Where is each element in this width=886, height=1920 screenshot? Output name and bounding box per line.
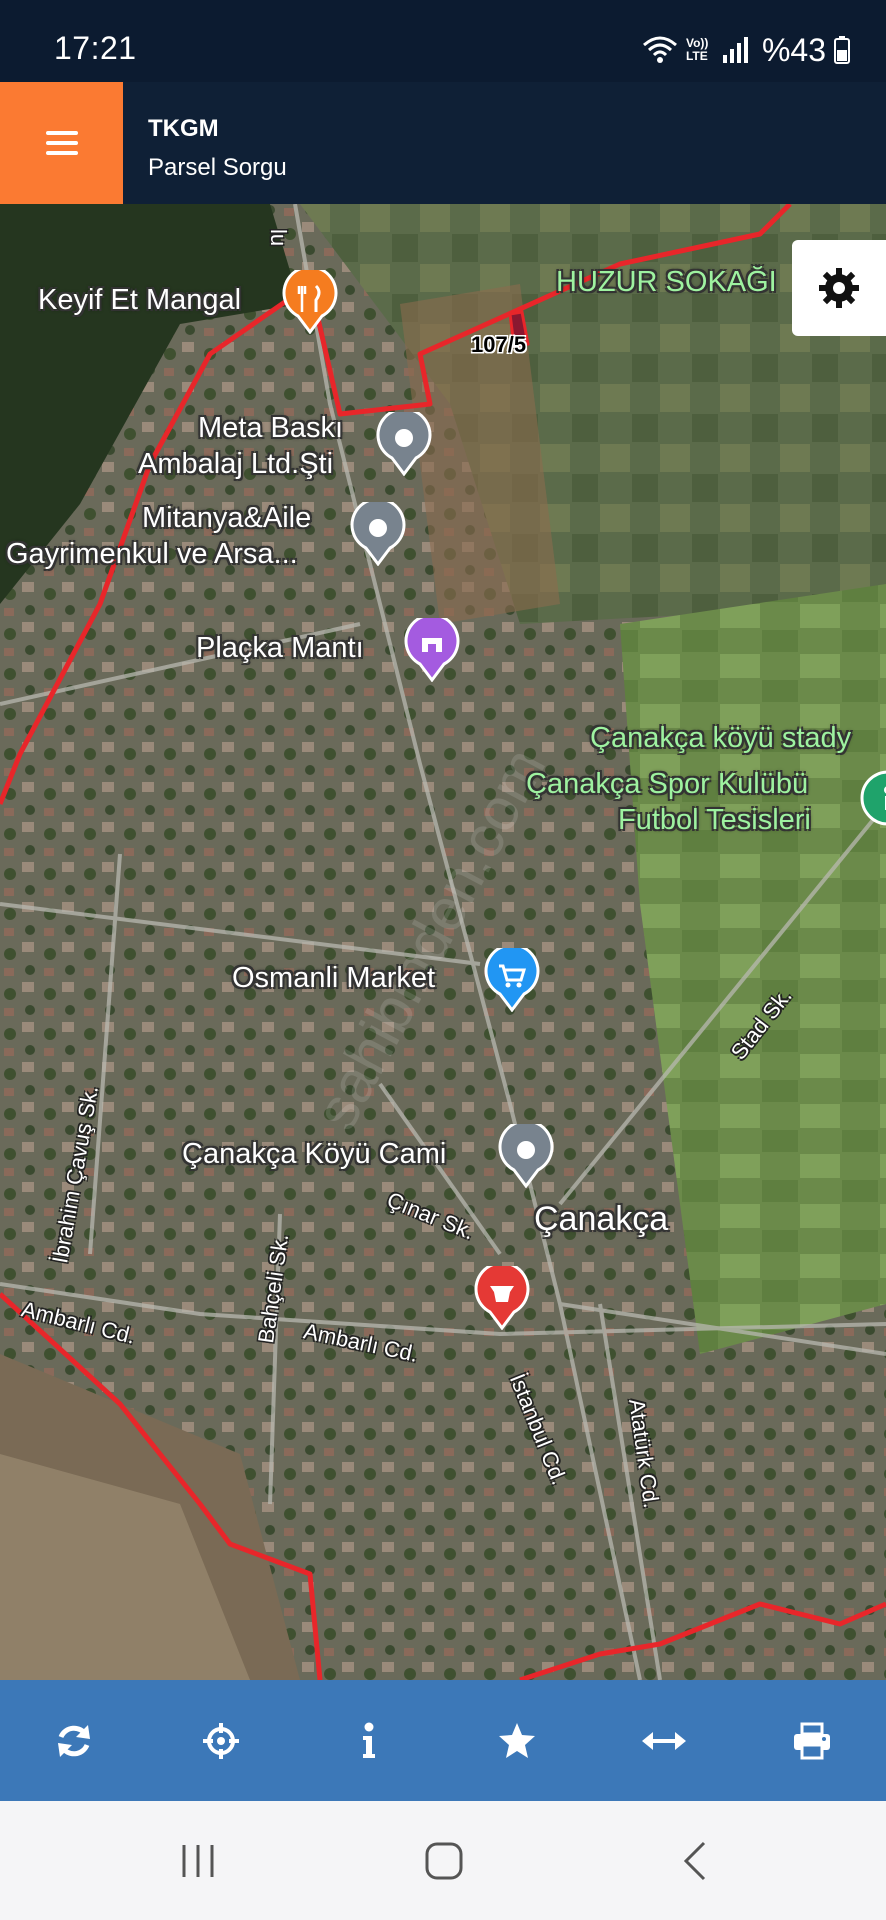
recent-apps-icon [182, 1845, 214, 1877]
street-label-huzur: HUZUR SOKAĞI [556, 266, 777, 298]
gear-icon [819, 268, 859, 308]
header-titles: TKGM Parsel Sorgu [148, 112, 287, 188]
refresh-button[interactable] [24, 1691, 124, 1791]
place-label-club-1[interactable]: Çanakça Spor Kulübü [526, 768, 808, 801]
measure-button[interactable] [614, 1691, 714, 1791]
home-button[interactable] [409, 1833, 479, 1889]
place-label-mitanya-2[interactable]: Gayrimenkul ve Arsa... [6, 538, 298, 571]
print-button[interactable] [762, 1691, 862, 1791]
star-icon [498, 1722, 535, 1758]
bottom-toolbar [0, 1680, 886, 1801]
crosshair-locate-icon [203, 1722, 240, 1759]
info-button[interactable] [319, 1691, 419, 1791]
place-label-meta-1[interactable]: Meta Baskı [198, 412, 343, 445]
shop-icon[interactable] [404, 618, 460, 682]
place-label-mitanya-1[interactable]: Mitanya&Aile [142, 502, 311, 535]
parcel-label[interactable]: 107/5 [471, 332, 526, 358]
street-label-top-road: lu [266, 229, 291, 247]
status-time: 17:21 [54, 30, 137, 66]
cart-icon[interactable] [484, 948, 540, 1012]
back-button[interactable] [660, 1833, 730, 1889]
info-icon [363, 1722, 376, 1758]
place-label-club-2[interactable]: Futbol Tesisleri [618, 804, 811, 837]
app-header: TKGM Parsel Sorgu [0, 82, 886, 204]
battery-icon [834, 36, 850, 64]
restaurant-icon[interactable] [282, 270, 338, 334]
place-label-keyif[interactable]: Keyif Et Mangal [38, 284, 241, 317]
village-label: Çanakça [534, 1200, 669, 1238]
store-icon[interactable] [474, 1266, 530, 1330]
place-label-placka[interactable]: Plaçka Mantı [196, 632, 364, 665]
battery-percent: %43 [761, 31, 826, 68]
signal-icon [722, 37, 748, 63]
menu-button[interactable] [0, 82, 123, 204]
place-icon[interactable] [498, 1124, 554, 1188]
refresh-icon [57, 1724, 90, 1757]
locate-button[interactable] [171, 1691, 271, 1791]
app-subtitle: Parsel Sorgu [148, 154, 287, 181]
place-label-meta-2[interactable]: Ambalaj Ltd.Şti [138, 448, 333, 481]
place-icon[interactable] [350, 502, 406, 566]
system-nav-bar [0, 1801, 886, 1920]
favorite-button[interactable] [467, 1691, 567, 1791]
recent-apps-button[interactable] [163, 1833, 233, 1889]
wifi-icon [642, 36, 677, 63]
volte-icon: Vo)) LTE [685, 36, 709, 63]
measure-arrows-icon [642, 1731, 687, 1750]
place-icon[interactable] [376, 412, 432, 476]
app-title: TKGM [148, 115, 219, 142]
print-icon [794, 1722, 831, 1759]
home-icon [425, 1842, 463, 1880]
map-view[interactable]: sahibinden.com lu HUZUR SOKAĞI 107/5 İbr… [0, 204, 886, 1680]
place-label-osmanli[interactable]: Osmanli Market [232, 962, 435, 995]
back-icon [683, 1841, 706, 1881]
place-label-stadium[interactable]: Çanakça köyü stady [590, 722, 851, 755]
place-label-cami[interactable]: Çanakça Köyü Cami [182, 1138, 446, 1171]
sport-icon[interactable] [860, 770, 886, 834]
hamburger-menu-icon [45, 131, 78, 155]
status-bar: 17:21 Vo)) LTE %43 [0, 0, 886, 82]
status-icons: Vo)) LTE %43 [642, 32, 850, 68]
map-settings-button[interactable] [792, 240, 886, 336]
